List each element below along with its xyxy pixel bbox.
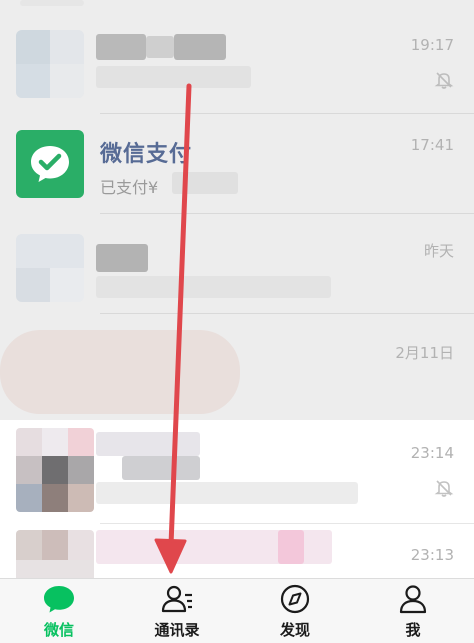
tab-label: 发现 xyxy=(279,621,310,639)
mute-bell-icon xyxy=(434,72,454,89)
chat-list: 19:17 微信支付 已支付¥ 17:41 昨天 2月11日 23:14 23:… xyxy=(0,0,474,578)
wechat-pay-logo xyxy=(16,130,84,198)
tab-contacts[interactable]: 通讯录 xyxy=(118,579,236,643)
tab-label: 微信 xyxy=(43,621,74,639)
chat-time: 2月11日 xyxy=(395,344,454,362)
contacts-icon xyxy=(161,585,192,613)
blurred-avatar xyxy=(20,0,84,6)
blurred-name xyxy=(122,456,200,480)
chat-row-wechat-pay[interactable]: 微信支付 已支付¥ 17:41 xyxy=(0,114,474,214)
chat-time: 23:13 xyxy=(410,546,454,564)
avatar xyxy=(16,428,94,512)
mute-bell-icon xyxy=(434,480,454,497)
blurred-preview xyxy=(96,66,251,88)
compass-icon xyxy=(280,584,310,614)
tab-discover[interactable]: 发现 xyxy=(236,579,354,643)
chat-row[interactable]: 23:14 xyxy=(0,420,474,524)
chat-row-partial[interactable] xyxy=(0,0,474,14)
bottom-tab-bar: 微信 通讯录 发现 我 xyxy=(0,578,474,643)
tab-label: 我 xyxy=(405,621,421,639)
chat-time: 23:14 xyxy=(410,444,454,462)
chat-row[interactable]: 23:13 xyxy=(0,524,474,578)
chat-time: 19:17 xyxy=(410,36,454,54)
blurred-content xyxy=(0,330,240,414)
blurred-preview xyxy=(96,276,331,298)
blurred-name xyxy=(278,530,304,564)
blurred-name xyxy=(96,244,148,272)
tab-chats[interactable]: 微信 xyxy=(0,579,118,643)
blurred-preview xyxy=(96,482,358,504)
chat-time: 昨天 xyxy=(423,242,454,260)
chat-row[interactable]: 19:17 xyxy=(0,14,474,114)
blurred-name xyxy=(96,432,200,456)
chat-bubble-icon xyxy=(44,586,74,613)
blurred-name xyxy=(96,34,146,60)
blurred-name xyxy=(174,34,226,60)
blurred-amount xyxy=(172,172,238,194)
check-bubble-icon xyxy=(31,146,69,182)
chat-time: 17:41 xyxy=(410,136,454,154)
chat-row[interactable]: 昨天 xyxy=(0,214,474,314)
chat-preview: 已支付¥ xyxy=(100,178,159,197)
avatar xyxy=(16,234,84,302)
tab-label: 通讯录 xyxy=(154,621,200,639)
avatar xyxy=(16,30,84,98)
blurred-name xyxy=(146,36,174,58)
chat-name: 微信支付 xyxy=(100,142,193,167)
avatar xyxy=(16,530,94,578)
tab-me[interactable]: 我 xyxy=(354,579,472,643)
chat-row[interactable]: 2月11日 xyxy=(0,314,474,420)
person-icon xyxy=(399,585,427,614)
